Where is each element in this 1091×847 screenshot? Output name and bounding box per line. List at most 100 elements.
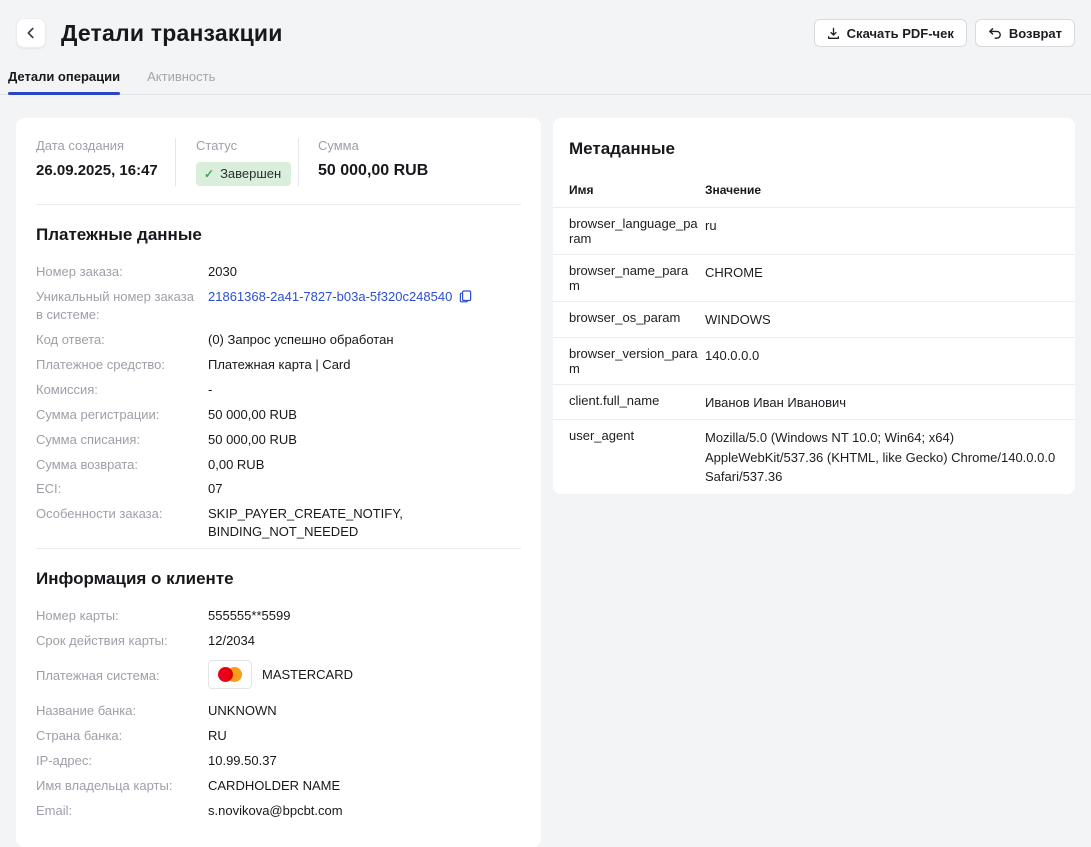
copy-icon[interactable] (459, 290, 472, 303)
kv-value: 21861368-2a41-7827-b03a-5f320c248540 (208, 288, 472, 306)
metadata-column-name: Имя (569, 183, 705, 197)
metadata-title: Метаданные (553, 118, 1075, 159)
kv-row: Платежная система: MASTERCARD (36, 657, 521, 695)
payment-data-section: Платежные данные Номер заказа:2030Уникал… (36, 205, 521, 541)
kv-label: Уникальный номер заказа в системе: (36, 288, 208, 324)
kv-label: Название банка: (36, 702, 208, 720)
kv-label: Платежная система: (36, 667, 208, 685)
status-badge: ✓ Завершен (196, 162, 291, 186)
mastercard-logo-icon (208, 660, 252, 689)
kv-row: Особенности заказа:SKIP_PAYER_CREATE_NOT… (36, 505, 521, 541)
kv-value: SKIP_PAYER_CREATE_NOTIFY, BINDING_NOT_NE… (208, 505, 521, 541)
card-brand-name: MASTERCARD (262, 666, 353, 684)
kv-value: 50 000,00 RUB (208, 431, 297, 449)
kv-label: Номер заказа: (36, 263, 208, 281)
kv-value: 2030 (208, 263, 237, 281)
kv-value: 0,00 RUB (208, 456, 264, 474)
kv-row: Комиссия:- (36, 381, 521, 399)
kv-value: s.novikova@bpcbt.com (208, 802, 343, 820)
kv-label: Сумма списания: (36, 431, 208, 449)
metadata-row: client.full_nameИванов Иван Иванович (553, 384, 1075, 420)
kv-row: Уникальный номер заказа в системе:218613… (36, 288, 521, 324)
header-actions: Скачать PDF-чек Возврат (814, 19, 1075, 47)
metadata-value: Иванов Иван Иванович (705, 392, 1059, 413)
kv-row: Платежное средство:Платежная карта | Car… (36, 356, 521, 374)
created-date-value: 26.09.2025, 16:47 (36, 162, 175, 179)
refund-label: Возврат (1009, 26, 1062, 41)
metadata-row: browser_name_paramCHROME (553, 254, 1075, 301)
kv-row: Срок действия карты:12/2034 (36, 632, 521, 650)
kv-label: Страна банка: (36, 727, 208, 745)
client-info-section: Информация о клиенте Номер карты:555555*… (36, 548, 521, 820)
metadata-name: client.full_name (569, 392, 705, 409)
main-content: Дата создания 26.09.2025, 16:47 Статус ✓… (0, 118, 1091, 847)
metadata-row: browser_language_paramru (553, 207, 1075, 254)
kv-value: 50 000,00 RUB (208, 406, 297, 424)
kv-value: 07 (208, 480, 222, 498)
kv-value: 10.99.50.37 (208, 752, 277, 770)
amount-label: Сумма (318, 138, 521, 153)
metadata-value: ru (705, 215, 1059, 236)
transaction-card: Дата создания 26.09.2025, 16:47 Статус ✓… (16, 118, 541, 847)
refund-button[interactable]: Возврат (975, 19, 1075, 47)
kv-label: Имя владельца карты: (36, 777, 208, 795)
metadata-name: browser_os_param (569, 309, 705, 326)
kv-label: Номер карты: (36, 607, 208, 625)
download-pdf-label: Скачать PDF-чек (847, 26, 954, 41)
kv-value: 12/2034 (208, 632, 255, 650)
kv-label: IP-адрес: (36, 752, 208, 770)
tab-operation-details[interactable]: Детали операции (8, 65, 120, 94)
kv-label: Email: (36, 802, 208, 820)
back-button[interactable] (16, 18, 46, 48)
kv-value: 555555**5599 (208, 607, 290, 625)
kv-row: Код ответа:(0) Запрос успешно обработан (36, 331, 521, 349)
metadata-value: CHROME (705, 262, 1059, 283)
page-title: Детали транзакции (61, 20, 283, 47)
kv-value: MASTERCARD (208, 660, 353, 689)
metadata-name: browser_version_param (569, 345, 705, 377)
kv-row: Имя владельца карты:CARDHOLDER NAME (36, 777, 521, 795)
metadata-column-value: Значение (705, 183, 1059, 197)
metadata-card: Метаданные Имя Значение browser_language… (553, 118, 1075, 494)
kv-value: RU (208, 727, 227, 745)
kv-row: Email:s.novikova@bpcbt.com (36, 802, 521, 820)
summary-row: Дата создания 26.09.2025, 16:47 Статус ✓… (36, 138, 521, 205)
metadata-value: Mozilla/5.0 (Windows NT 10.0; Win64; x64… (705, 427, 1059, 487)
kv-label: Комиссия: (36, 381, 208, 399)
chevron-left-icon (25, 27, 37, 39)
metadata-name: browser_language_param (569, 215, 705, 247)
status-label: Статус (196, 138, 298, 153)
kv-row: Страна банка:RU (36, 727, 521, 745)
metadata-row: browser_os_paramWINDOWS (553, 301, 1075, 337)
kv-value: - (208, 381, 212, 399)
kv-row: ECI:07 (36, 480, 521, 498)
created-date-label: Дата создания (36, 138, 175, 153)
metadata-row: user_agentMozilla/5.0 (Windows NT 10.0; … (553, 419, 1075, 494)
kv-label: Сумма возврата: (36, 456, 208, 474)
order-uuid-link[interactable]: 21861368-2a41-7827-b03a-5f320c248540 (208, 288, 452, 306)
amount-value: 50 000,00 RUB (318, 162, 521, 180)
kv-value: UNKNOWN (208, 702, 277, 720)
kv-row: Номер заказа:2030 (36, 263, 521, 281)
metadata-value: WINDOWS (705, 309, 1059, 330)
payment-data-title: Платежные данные (36, 225, 521, 245)
payment-rows: Номер заказа:2030Уникальный номер заказа… (36, 263, 521, 541)
client-rows: Номер карты:555555**5599Срок действия ка… (36, 607, 521, 820)
metadata-value: 140.0.0.0 (705, 345, 1059, 366)
kv-row: Сумма возврата:0,00 RUB (36, 456, 521, 474)
tab-activity[interactable]: Активность (147, 65, 215, 94)
amount-block: Сумма 50 000,00 RUB (298, 138, 521, 186)
created-date-block: Дата создания 26.09.2025, 16:47 (36, 138, 175, 186)
metadata-name: browser_name_param (569, 262, 705, 294)
metadata-rows: browser_language_paramrubrowser_name_par… (553, 207, 1075, 494)
status-value: Завершен (220, 166, 281, 181)
kv-label: Срок действия карты: (36, 632, 208, 650)
download-pdf-button[interactable]: Скачать PDF-чек (814, 19, 967, 47)
client-info-title: Информация о клиенте (36, 569, 521, 589)
kv-value: Платежная карта | Card (208, 356, 351, 374)
undo-arrow-icon (988, 27, 1002, 40)
kv-row: Номер карты:555555**5599 (36, 607, 521, 625)
download-icon (827, 27, 840, 40)
page-header: Детали транзакции Скачать PDF-чек Возвра… (0, 0, 1091, 48)
kv-value: (0) Запрос успешно обработан (208, 331, 394, 349)
